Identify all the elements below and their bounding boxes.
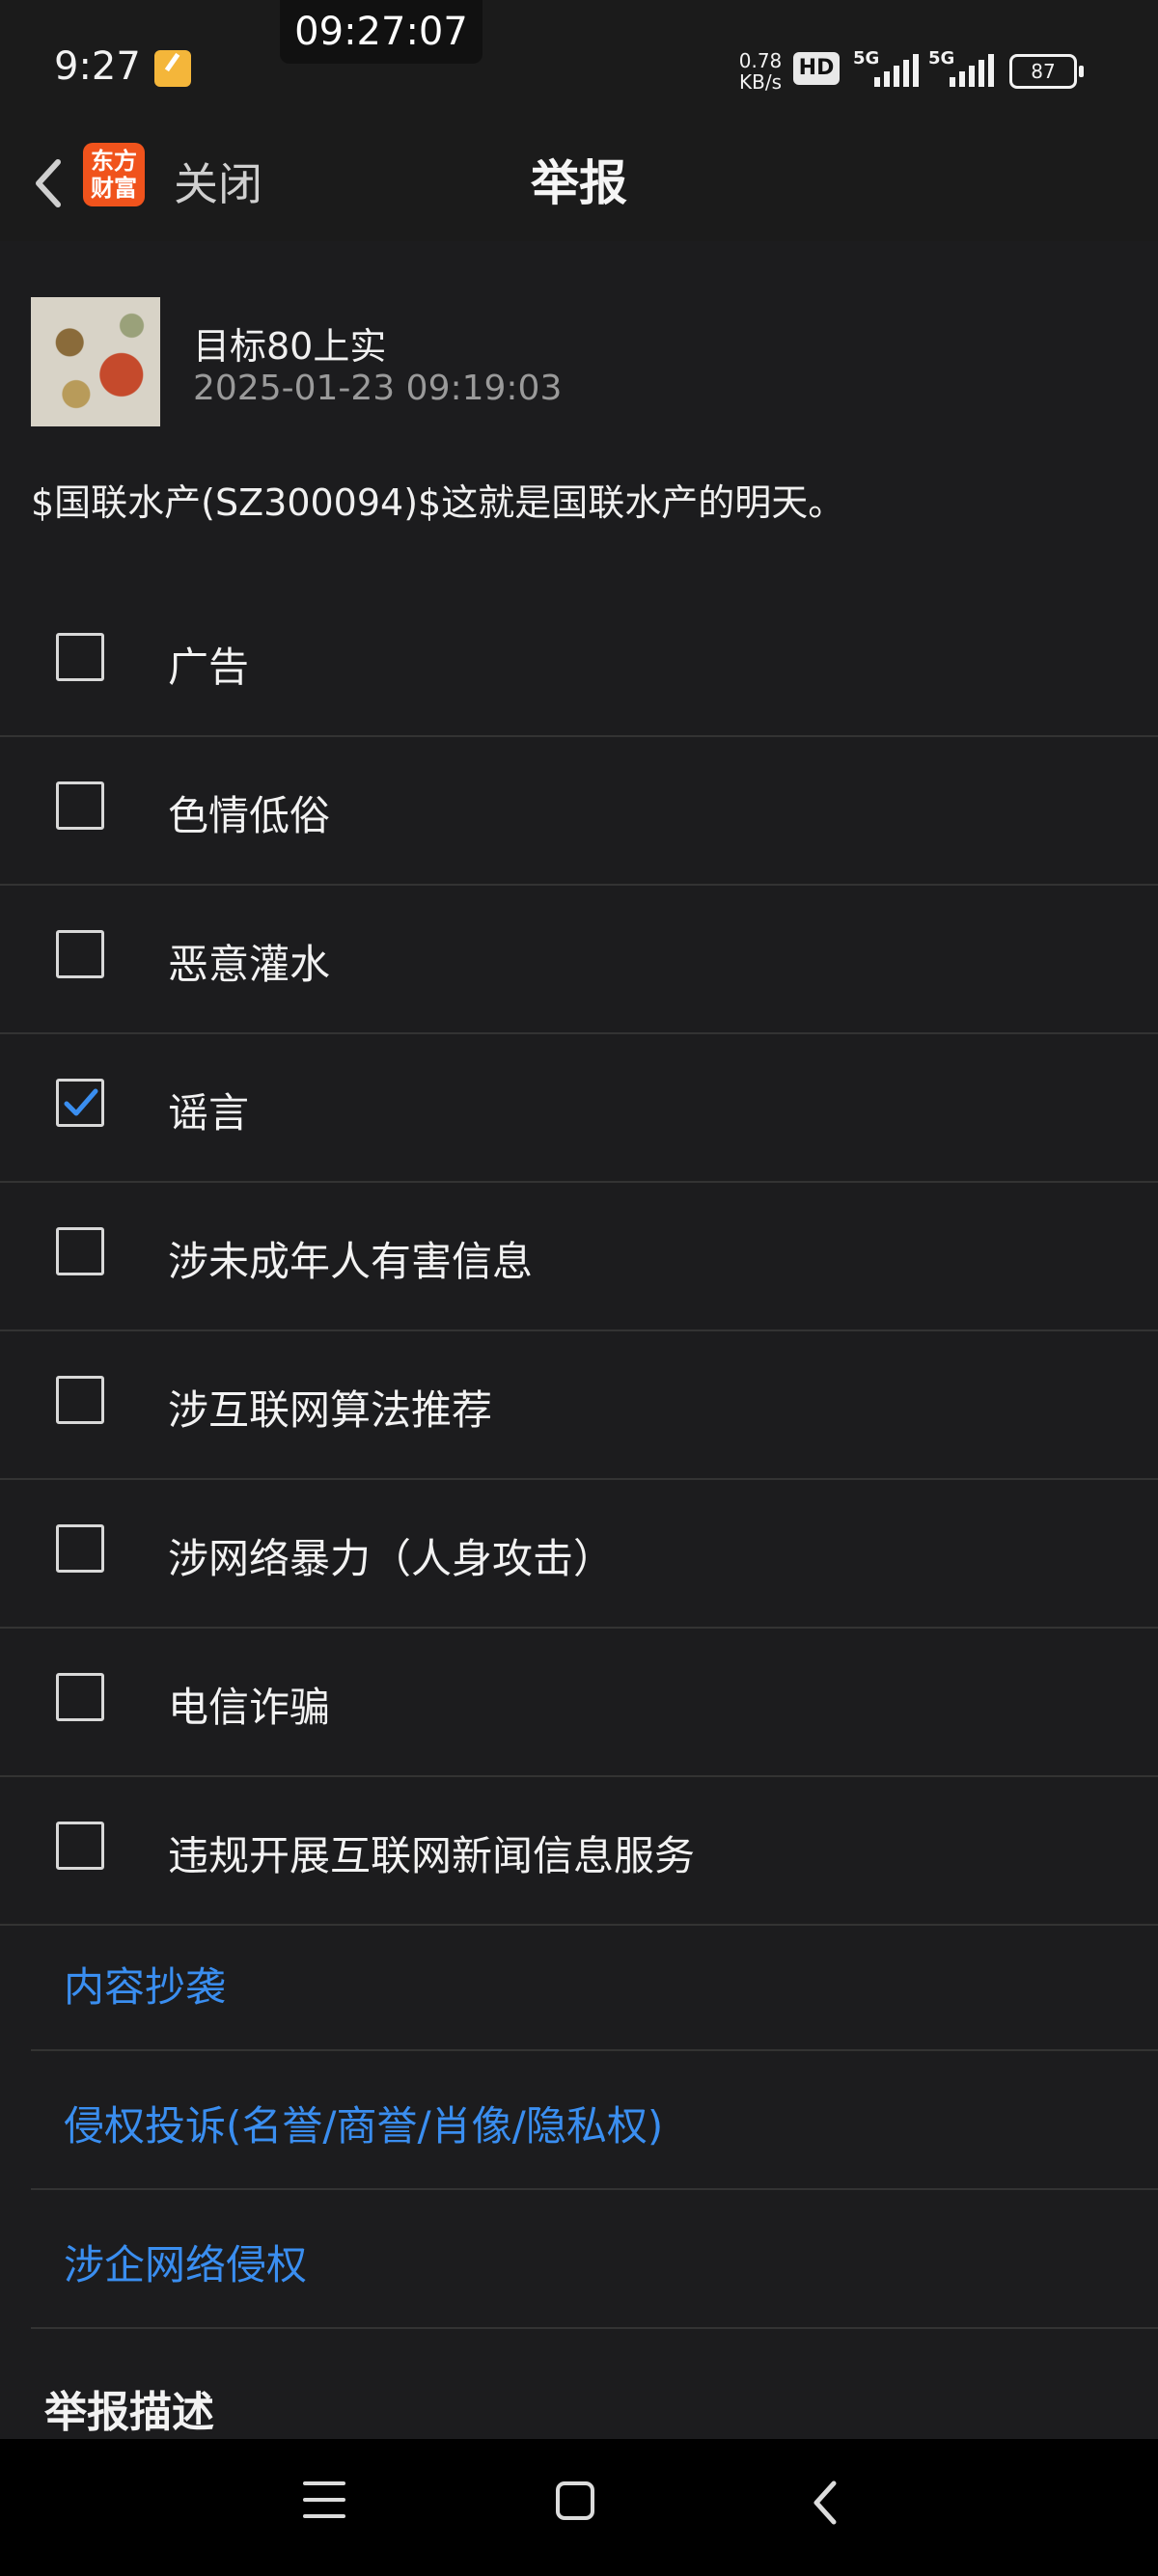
post-timestamp: 2025-01-23 09:19:03 (193, 369, 563, 408)
link-label[interactable]: 内容抄袭 (64, 1955, 226, 2014)
report-option[interactable]: 色情低俗 (0, 737, 1158, 886)
link-label[interactable]: 涉企网络侵权 (64, 2233, 307, 2291)
checkbox[interactable] (56, 633, 104, 681)
report-option[interactable]: 涉互联网算法推荐 (0, 1331, 1158, 1480)
status-time: 9:27 (54, 44, 141, 89)
link-item-plagiarism[interactable]: 内容抄袭 (31, 1912, 1158, 2051)
report-option[interactable]: 涉网络暴力（人身攻击） (0, 1480, 1158, 1629)
checkbox-checked[interactable] (56, 1079, 104, 1127)
report-option-label: 恶意灌水 (168, 941, 331, 988)
report-option-label: 涉互联网算法推荐 (168, 1386, 493, 1434)
checkbox[interactable] (56, 1822, 104, 1870)
report-option-label: 违规开展互联网新闻信息服务 (168, 1832, 696, 1879)
report-option-label: 涉未成年人有害信息 (168, 1238, 534, 1285)
report-option[interactable]: 谣言 (0, 1034, 1158, 1183)
report-option-label: 色情低俗 (168, 792, 331, 839)
hd-voice-icon: HD (793, 52, 840, 85)
report-option-label: 广告 (168, 644, 250, 691)
checkbox[interactable] (56, 781, 104, 830)
checkbox[interactable] (56, 1673, 104, 1721)
battery-icon: 87 (1009, 54, 1084, 89)
report-option-label: 谣言 (168, 1089, 250, 1137)
report-option[interactable]: 涉未成年人有害信息 (0, 1183, 1158, 1331)
nav-back-icon[interactable] (807, 2478, 845, 2528)
network-speed: 0.78 KB/s (731, 50, 789, 93)
post-thumbnail (31, 297, 160, 426)
page-title: 举报 (531, 155, 627, 211)
link-label[interactable]: 侵权投诉(名誉/商誉/肖像/隐私权) (64, 2094, 663, 2152)
network-speed-unit: KB/s (739, 70, 782, 94)
report-options-list: 广告 色情低俗 恶意灌水 谣言 涉未成年人有害信息 涉互联网算法推荐 涉网络暴力… (0, 589, 1158, 1926)
post-author: 目标80上实 (193, 325, 387, 368)
report-option[interactable]: 电信诈骗 (0, 1629, 1158, 1777)
system-nav-bar (0, 2439, 1158, 2576)
link-item-enterprise-infringement[interactable]: 涉企网络侵权 (31, 2190, 1158, 2329)
checkbox[interactable] (56, 1227, 104, 1275)
checkbox[interactable] (56, 1376, 104, 1424)
menu-icon[interactable] (303, 2481, 345, 2520)
checkmark-icon (64, 1088, 98, 1116)
post-content: $国联水产(SZ300094)$这就是国联水产的明天。 (31, 481, 845, 524)
report-option[interactable]: 广告 (0, 589, 1158, 737)
network-speed-value: 0.78 (738, 49, 783, 72)
signal-icon-1: 5G (853, 48, 923, 87)
report-option[interactable]: 违规开展互联网新闻信息服务 (0, 1777, 1158, 1926)
report-option[interactable]: 恶意灌水 (0, 886, 1158, 1034)
signal-icon-2: 5G (928, 48, 998, 87)
floating-clock: 09:27:07 (280, 0, 482, 64)
home-icon[interactable] (556, 2481, 594, 2520)
description-title: 举报描述 (44, 2388, 214, 2437)
notes-app-icon (154, 50, 191, 87)
status-bar: 9:27 09:27:07 0.78 KB/s HD 5G 5G 87 (0, 0, 1158, 125)
checkbox[interactable] (56, 1524, 104, 1573)
checkbox[interactable] (56, 930, 104, 978)
link-item-infringement[interactable]: 侵权投诉(名誉/商誉/肖像/隐私权) (31, 2051, 1158, 2190)
report-option-label: 涉网络暴力（人身攻击） (168, 1535, 615, 1582)
report-option-label: 电信诈骗 (168, 1684, 331, 1731)
report-links-list: 内容抄袭 侵权投诉(名誉/商誉/肖像/隐私权) 涉企网络侵权 (31, 1912, 1158, 2329)
